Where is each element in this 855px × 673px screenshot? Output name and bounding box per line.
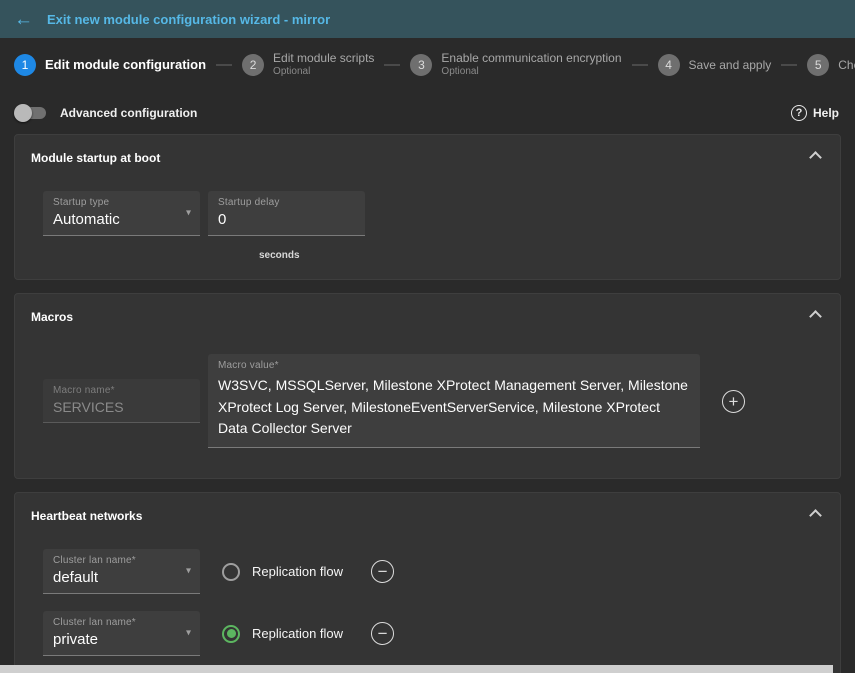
step-save-and-apply[interactable]: 4 Save and apply <box>658 54 772 76</box>
wizard-stepper: 1 Edit module configuration 2 Edit modul… <box>0 38 855 92</box>
field-label: Startup delay <box>218 197 355 208</box>
back-arrow-icon[interactable]: ← <box>14 10 33 29</box>
module-startup-card: Module startup at boot Startup type Auto… <box>14 134 841 280</box>
help-button[interactable]: ? Help <box>791 105 839 121</box>
step-number-badge: 4 <box>658 54 680 76</box>
step-label: Save and apply <box>689 58 772 73</box>
cluster-lan-name-select[interactable]: Cluster lan name* default ▾ <box>43 549 200 594</box>
advanced-configuration-label: Advanced configuration <box>60 106 197 120</box>
advanced-configuration-toggle[interactable] <box>14 103 48 123</box>
field-value: SERVICES <box>53 399 190 415</box>
step-connector <box>216 64 232 66</box>
replication-flow-radio[interactable] <box>222 563 240 581</box>
step-edit-module-configuration[interactable]: 1 Edit module configuration <box>14 54 206 76</box>
step-label: Edit module scripts <box>273 51 374 66</box>
add-macro-button[interactable]: + <box>722 390 745 413</box>
replication-flow-radio[interactable] <box>222 625 240 643</box>
horizontal-scrollbar[interactable] <box>0 665 833 673</box>
chevron-down-icon: ▾ <box>186 566 191 577</box>
step-number-badge: 3 <box>410 54 432 76</box>
step-sublabel: Optional <box>441 66 621 79</box>
help-label: Help <box>813 106 839 120</box>
minus-icon: − <box>378 625 388 642</box>
replication-flow-label: Replication flow <box>252 564 343 579</box>
plus-icon: + <box>729 393 739 410</box>
field-value: W3SVC, MSSQLServer, Milestone XProtect M… <box>218 375 690 440</box>
card-title: Heartbeat networks <box>15 493 840 523</box>
step-label: Check result <box>838 58 855 73</box>
step-connector <box>632 64 648 66</box>
field-label: Cluster lan name* <box>53 617 190 628</box>
macros-content: Macro name* SERVICES Macro value* W3SVC,… <box>15 324 840 478</box>
macro-name-input[interactable]: Macro name* SERVICES <box>43 379 200 423</box>
app-window: ← Exit new module configuration wizard -… <box>0 0 855 673</box>
step-sublabel: Optional <box>273 66 374 79</box>
startup-delay-input[interactable]: Startup delay 0 <box>208 191 365 236</box>
heartbeat-rows: Cluster lan name* default ▾ Replication … <box>15 523 840 656</box>
step-connector <box>384 64 400 66</box>
field-label: Macro name* <box>53 385 190 396</box>
heartbeat-networks-card: Heartbeat networks Cluster lan name* def… <box>14 492 841 673</box>
macro-value-input[interactable]: Macro value* W3SVC, MSSQLServer, Milesto… <box>208 354 700 448</box>
field-label: Cluster lan name* <box>53 555 190 566</box>
step-label: Enable communication encryption <box>441 51 621 66</box>
remove-network-button[interactable]: − <box>371 560 394 583</box>
startup-delay-helper: seconds <box>259 250 840 261</box>
field-value: Automatic <box>53 211 190 228</box>
field-value: default <box>53 569 190 586</box>
card-title: Macros <box>15 294 840 324</box>
field-label: Startup type <box>53 197 190 208</box>
card-title: Module startup at boot <box>15 135 840 165</box>
toggle-knob <box>14 104 32 122</box>
step-connector <box>781 64 797 66</box>
step-enable-communication-encryption[interactable]: 3 Enable communication encryption Option… <box>410 51 621 79</box>
chevron-down-icon: ▾ <box>186 628 191 639</box>
heartbeat-row: Cluster lan name* default ▾ Replication … <box>43 549 824 594</box>
exit-wizard-link[interactable]: Exit new module configuration wizard - m… <box>47 12 330 27</box>
options-bar: Advanced configuration ? Help <box>0 92 855 134</box>
minus-icon: − <box>378 563 388 580</box>
step-check-result[interactable]: 5 Check result <box>807 54 855 76</box>
field-label: Macro value* <box>218 360 690 371</box>
step-number-badge: 2 <box>242 54 264 76</box>
step-number-badge: 1 <box>14 54 36 76</box>
startup-type-select[interactable]: Startup type Automatic ▾ <box>43 191 200 236</box>
step-edit-module-scripts[interactable]: 2 Edit module scripts Optional <box>242 51 374 79</box>
macros-card: Macros Macro name* SERVICES Macro value*… <box>14 293 841 479</box>
startup-fields: Startup type Automatic ▾ Startup delay 0 <box>15 165 840 244</box>
step-label: Edit module configuration <box>45 57 206 73</box>
help-icon: ? <box>791 105 807 121</box>
field-value: 0 <box>218 211 355 228</box>
replication-flow-label: Replication flow <box>252 626 343 641</box>
cluster-lan-name-select[interactable]: Cluster lan name* private ▾ <box>43 611 200 656</box>
step-number-badge: 5 <box>807 54 829 76</box>
chevron-down-icon: ▾ <box>186 208 191 219</box>
topbar: ← Exit new module configuration wizard -… <box>0 0 855 38</box>
remove-network-button[interactable]: − <box>371 622 394 645</box>
heartbeat-row: Cluster lan name* private ▾ Replication … <box>43 611 824 656</box>
field-value: private <box>53 631 190 648</box>
